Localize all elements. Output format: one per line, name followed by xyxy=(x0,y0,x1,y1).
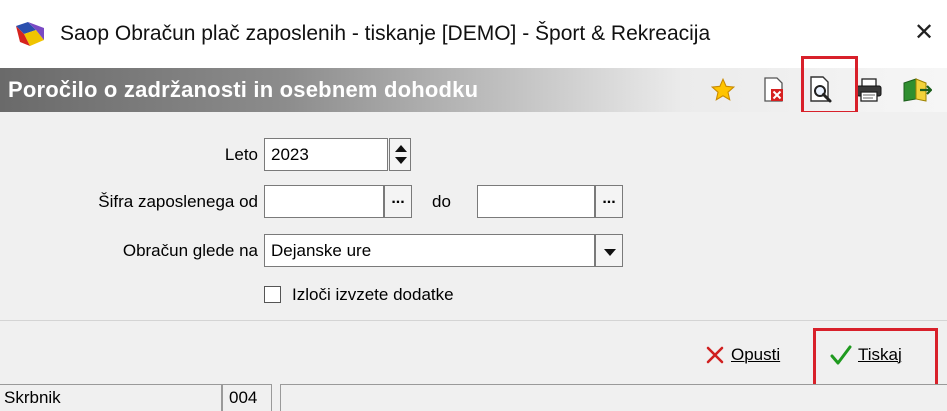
action-bar: Opusti Tiskaj xyxy=(0,320,947,384)
app-logo-icon xyxy=(16,22,44,46)
sifra-do-input[interactable] xyxy=(477,185,595,218)
chevron-down-icon xyxy=(604,249,616,256)
obracun-label: Obračun glede na xyxy=(122,241,258,260)
opusti-button[interactable]: Opusti xyxy=(705,341,780,369)
izloci-label: Izloči izvzete dodatke xyxy=(292,284,454,306)
izloci-label-text: Izloči izvzete dodatke xyxy=(292,285,454,304)
window-title: Saop Obračun plač zaposlenih - tiskanje … xyxy=(60,22,711,45)
sifra-do-lookup-button[interactable]: ... xyxy=(595,185,623,218)
status-bar: Skrbnik 004 xyxy=(0,384,947,411)
delete-report-icon xyxy=(764,77,783,102)
cancel-x-icon xyxy=(706,346,724,364)
favorite-button[interactable] xyxy=(706,72,740,108)
status-user: Skrbnik xyxy=(0,384,222,411)
leto-input[interactable]: 2023 xyxy=(264,138,388,171)
printer-icon xyxy=(856,78,882,102)
delete-report-button[interactable] xyxy=(757,72,791,108)
spin-down-icon[interactable] xyxy=(395,157,407,164)
izloci-checkbox[interactable] xyxy=(264,286,281,303)
export-icon xyxy=(903,78,932,102)
obracun-dropdown-button[interactable] xyxy=(595,234,623,267)
sifra-do-label: do xyxy=(432,192,451,211)
obracun-select[interactable]: Dejanske ure xyxy=(264,234,595,267)
spin-up-icon[interactable] xyxy=(395,145,407,152)
status-code: 004 xyxy=(222,384,272,411)
leto-spinner[interactable] xyxy=(389,138,411,171)
report-title: Poročilo o zadržanosti in osebnem dohodk… xyxy=(8,77,479,102)
print-preview-highlight xyxy=(801,56,858,114)
leto-label: Leto xyxy=(224,145,258,164)
star-icon xyxy=(710,77,736,101)
export-button[interactable] xyxy=(900,72,934,108)
close-window-button[interactable]: ✕ xyxy=(901,8,947,58)
opusti-label: Opusti xyxy=(731,345,781,364)
report-parameters-form: Leto 2023 Šifra zaposlenega od ... do ..… xyxy=(0,112,947,320)
status-message xyxy=(280,384,947,411)
sifra-od-lookup-button[interactable]: ... xyxy=(384,185,412,218)
sifra-od-input[interactable] xyxy=(264,185,384,218)
sifra-od-label: Šifra zaposlenega od xyxy=(98,192,258,211)
